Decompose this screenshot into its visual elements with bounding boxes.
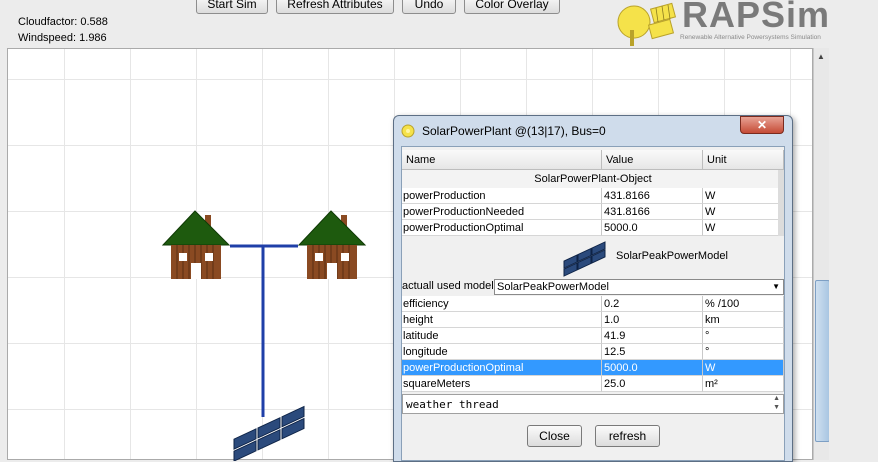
cell-value[interactable]: 5000.0 [602,220,703,236]
table-row[interactable]: latitude 41.9 ° [402,328,784,344]
model-select-label: actuall used model: [402,280,497,292]
top-toolbar: Cloudfactor: 0.588 Windspeed: 1.986 Star… [0,0,878,48]
rapsim-logo: RAPSim Renewable Alternative Powersystem… [612,0,829,48]
scrollbar-thumb[interactable] [815,280,830,442]
table-row[interactable]: powerProductionOptimal 5000.0 W [402,220,784,236]
cell-value[interactable]: 41.9 [602,328,703,344]
cell-unit: W [703,220,784,236]
scroll-up-arrow-icon[interactable]: ▲ [817,52,825,61]
chevron-down-icon[interactable]: ▼ [772,280,780,294]
cell-value[interactable]: 1.0 [602,312,703,328]
cell-name: height [402,312,602,328]
logo-tagline: Renewable Alternative Powersystems Simul… [680,34,821,41]
dialog-title: SolarPowerPlant @(13|17), Bus=0 [422,124,606,138]
cell-unit: W [703,188,784,204]
table-scrollbar[interactable] [778,170,784,236]
house-icon[interactable] [297,210,367,279]
cell-unit: % /100 [703,296,784,312]
cell-value[interactable]: 25.0 [602,376,703,392]
model-select-value: SolarPeakPowerModel [497,281,609,293]
cell-value[interactable]: 0.2 [602,296,703,312]
refresh-attributes-button[interactable]: Refresh Attributes [276,0,394,14]
cell-name: latitude [402,328,602,344]
solar-panel-icon[interactable] [233,405,305,461]
cell-unit: km [703,312,784,328]
solar-panel-icon [563,241,606,277]
color-overlay-button[interactable]: Color Overlay [464,0,560,14]
table-row[interactable]: efficiency 0.2 % /100 [402,296,784,312]
table-row[interactable]: powerProductionNeeded 431.8166 W [402,204,784,220]
cell-value[interactable]: 431.8166 [602,188,703,204]
cell-name: longitude [402,344,602,360]
model-label: SolarPeakPowerModel [616,250,728,262]
properties-dialog: SolarPowerPlant @(13|17), Bus=0 ✕ Name V… [393,115,793,462]
dialog-body: Name Value Unit SolarPowerPlant-Object p… [401,146,785,461]
table-header: Name Value Unit [402,150,784,170]
cell-name: powerProductionOptimal [402,220,602,236]
cell-unit: W [703,204,784,220]
table-row[interactable]: longitude 12.5 ° [402,344,784,360]
logo-wordmark: RAPSim [682,0,831,35]
cell-value[interactable]: 12.5 [602,344,703,360]
dialog-close-icon[interactable]: ✕ [740,116,784,134]
cell-name: powerProductionNeeded [402,204,602,220]
dialog-title-bar[interactable]: SolarPowerPlant @(13|17), Bus=0 ✕ [394,116,792,144]
table-row[interactable]: height 1.0 km [402,312,784,328]
close-button[interactable]: Close [527,425,582,447]
thread-text: weather thread [406,398,499,411]
table-row[interactable]: powerProduction 431.8166 W [402,188,784,204]
cell-value[interactable]: 5000.0 [602,360,703,376]
model-select[interactable]: SolarPeakPowerModel ▼ [494,279,784,295]
canvas-vertical-scrollbar[interactable]: ▲ [813,48,830,460]
table-row-selected[interactable]: powerProductionOptimal 5000.0 W [402,360,784,376]
cell-name: powerProductionOptimal [402,360,602,376]
cell-unit: m² [703,376,784,392]
house-icon[interactable] [161,210,231,279]
refresh-button[interactable]: refresh [595,425,660,447]
cell-name: powerProduction [402,188,602,204]
column-header-name[interactable]: Name [402,150,602,170]
right-side-panel [829,48,878,460]
solar-plant-icon [401,124,415,138]
cell-name: efficiency [402,296,602,312]
column-header-unit[interactable]: Unit [703,150,784,170]
start-sim-button[interactable]: Start Sim [196,0,268,14]
thread-text-area[interactable]: weather thread ▲ ▼ [402,394,784,414]
cell-unit: ° [703,328,784,344]
logo-emblem-icon [617,2,677,46]
undo-button[interactable]: Undo [402,0,456,14]
spinner-arrows-icon[interactable]: ▲ ▼ [773,394,780,412]
cell-name: squareMeters [402,376,602,392]
cell-unit: W [703,360,784,376]
windspeed-label: Windspeed: 1.986 [18,32,107,44]
cell-unit: ° [703,344,784,360]
cloudfactor-label: Cloudfactor: 0.588 [18,16,108,28]
cell-value[interactable]: 431.8166 [602,204,703,220]
section-title: SolarPowerPlant-Object [402,170,784,189]
table-row[interactable]: squareMeters 25.0 m² [402,376,784,392]
column-header-value[interactable]: Value [602,150,703,170]
